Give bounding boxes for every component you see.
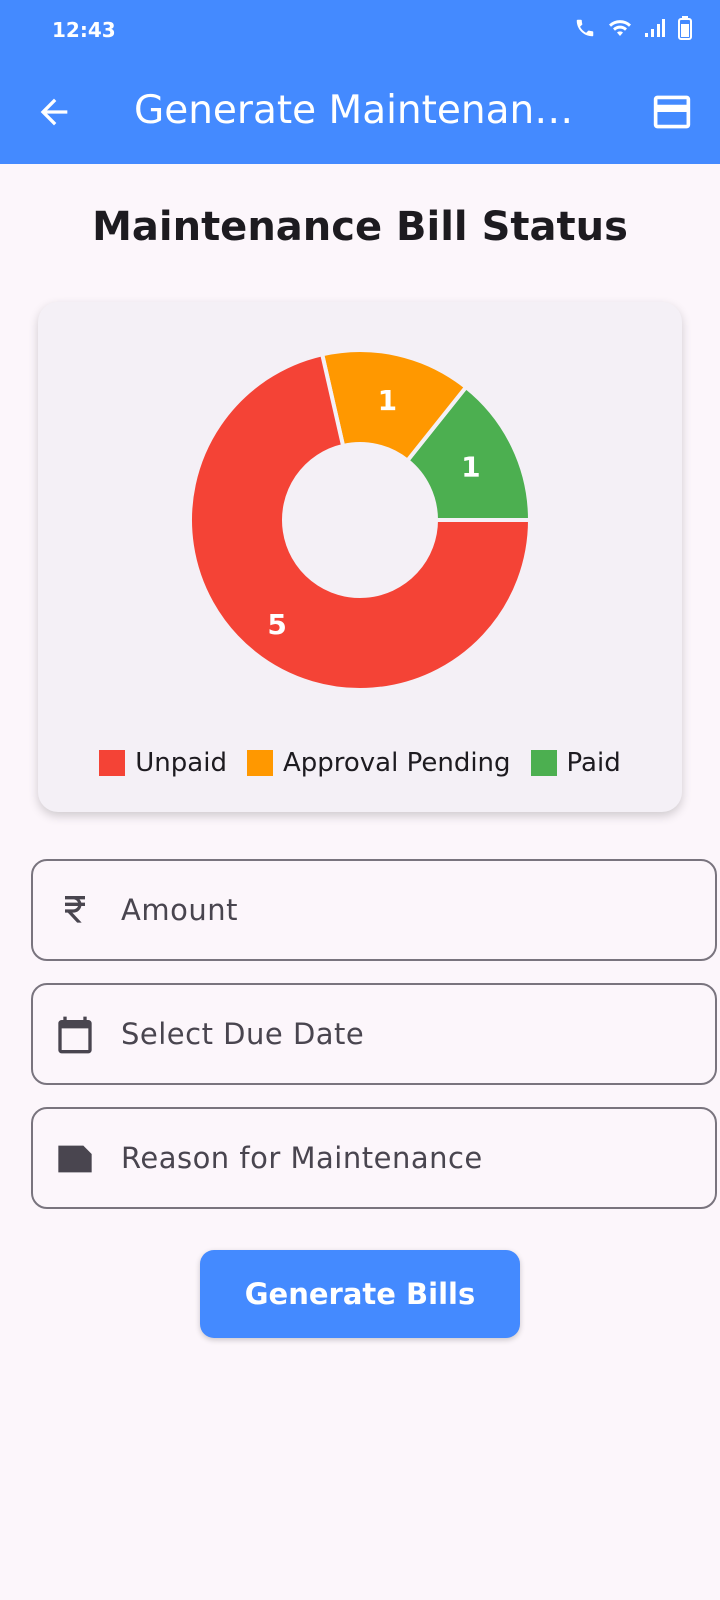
reason-placeholder: Reason for Maintenance: [121, 1141, 483, 1175]
credit-card-icon: [653, 95, 691, 129]
donut-chart: 1 1 5: [188, 348, 533, 692]
due-date-field[interactable]: Select Due Date: [31, 983, 717, 1085]
wifi-icon: [609, 20, 631, 36]
legend-swatch-approval-pending: [246, 750, 273, 776]
legend-label-approval-pending: Approval Pending: [282, 748, 511, 778]
generate-bills-button[interactable]: Generate Bills: [200, 1250, 520, 1338]
amount-field[interactable]: Amount: [31, 859, 717, 961]
slice-label-unpaid: 5: [267, 608, 286, 641]
signal-icon: [645, 19, 665, 37]
legend-swatch-unpaid: [99, 750, 126, 776]
legend-label-unpaid: Unpaid: [135, 748, 227, 778]
slice-label-paid: 1: [461, 451, 480, 484]
app-title: Generate Maintenance Bills: [134, 88, 584, 133]
app-bar: Generate Maintenance Bills: [0, 60, 720, 164]
page-title: Maintenance Bill Status: [92, 204, 628, 250]
battery-icon: [678, 16, 692, 40]
wifi-call-icon: [576, 19, 594, 37]
legend-swatch-paid: [530, 750, 557, 776]
reason-field[interactable]: Reason for Maintenance: [31, 1107, 717, 1209]
slice-label-approval-pending: 1: [378, 384, 397, 417]
chart-legend: Unpaid Approval Pending Paid: [38, 748, 682, 778]
rupee-icon: [55, 891, 95, 931]
legend-label-paid: Paid: [566, 748, 621, 778]
status-icons: [574, 16, 692, 40]
back-button[interactable]: [34, 92, 74, 132]
legend-item-paid: Paid: [530, 748, 621, 778]
legend-item-approval-pending: Approval Pending: [246, 748, 511, 778]
amount-placeholder: Amount: [121, 893, 238, 927]
card-button[interactable]: [650, 92, 694, 132]
chart-card: 1 1 5 Unpaid Approval Pending Paid: [38, 302, 682, 812]
arrow-back-icon: [40, 98, 68, 126]
status-bar: 12:43: [0, 0, 720, 60]
status-time: 12:43: [52, 18, 116, 42]
due-date-placeholder: Select Due Date: [121, 1017, 365, 1051]
calendar-icon: [55, 1015, 95, 1055]
note-icon: [55, 1139, 95, 1179]
legend-item-unpaid: Unpaid: [99, 748, 227, 778]
